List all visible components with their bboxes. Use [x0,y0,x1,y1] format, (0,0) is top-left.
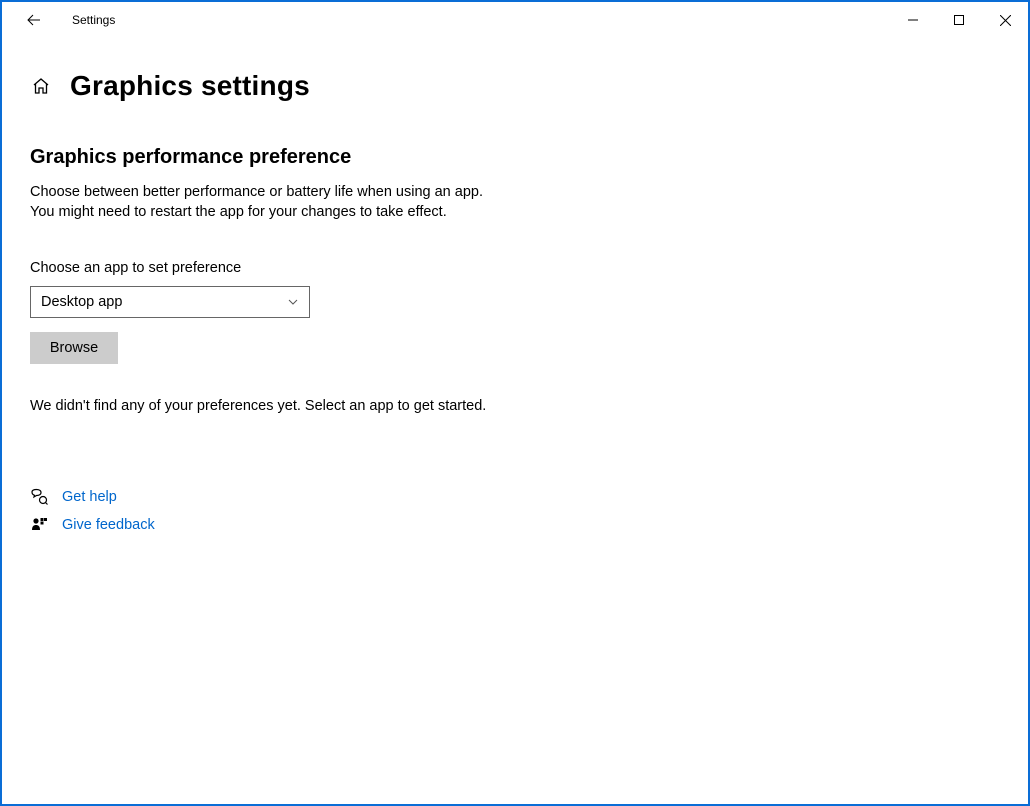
app-title: Settings [72,13,115,27]
minimize-button[interactable] [890,4,936,36]
give-feedback-link[interactable]: Give feedback [62,517,155,533]
maximize-icon [954,15,964,25]
back-arrow-icon [26,12,42,28]
body-line-2: You might need to restart the app for yo… [30,204,447,220]
close-button[interactable] [982,4,1028,36]
app-type-dropdown[interactable]: Desktop app [30,286,310,318]
dropdown-selected-value: Desktop app [41,294,122,310]
dropdown-label: Choose an app to set preference [30,260,1000,276]
window-controls [890,4,1028,36]
page-header: Graphics settings [30,70,1000,102]
content-area: Graphics settings Graphics performance p… [2,38,1028,534]
get-help-link[interactable]: Get help [62,489,117,505]
help-links: Get help Give feedback [30,488,1000,534]
back-button[interactable] [18,4,50,36]
give-feedback-row: Give feedback [30,516,1000,534]
minimize-icon [908,15,918,25]
title-bar: Settings [2,2,1028,38]
section-heading: Graphics performance preference [30,146,1000,169]
get-help-row: Get help [30,488,1000,506]
browse-button[interactable]: Browse [30,332,118,364]
maximize-button[interactable] [936,4,982,36]
feedback-icon [30,516,48,534]
home-icon[interactable] [30,75,52,97]
body-line-1: Choose between better performance or bat… [30,184,483,200]
close-icon [1000,15,1011,26]
chevron-down-icon [287,296,299,308]
empty-state-text: We didn't find any of your preferences y… [30,398,1000,414]
section-description: Choose between better performance or bat… [30,183,1000,222]
page-title: Graphics settings [70,70,310,102]
help-icon [30,488,48,506]
